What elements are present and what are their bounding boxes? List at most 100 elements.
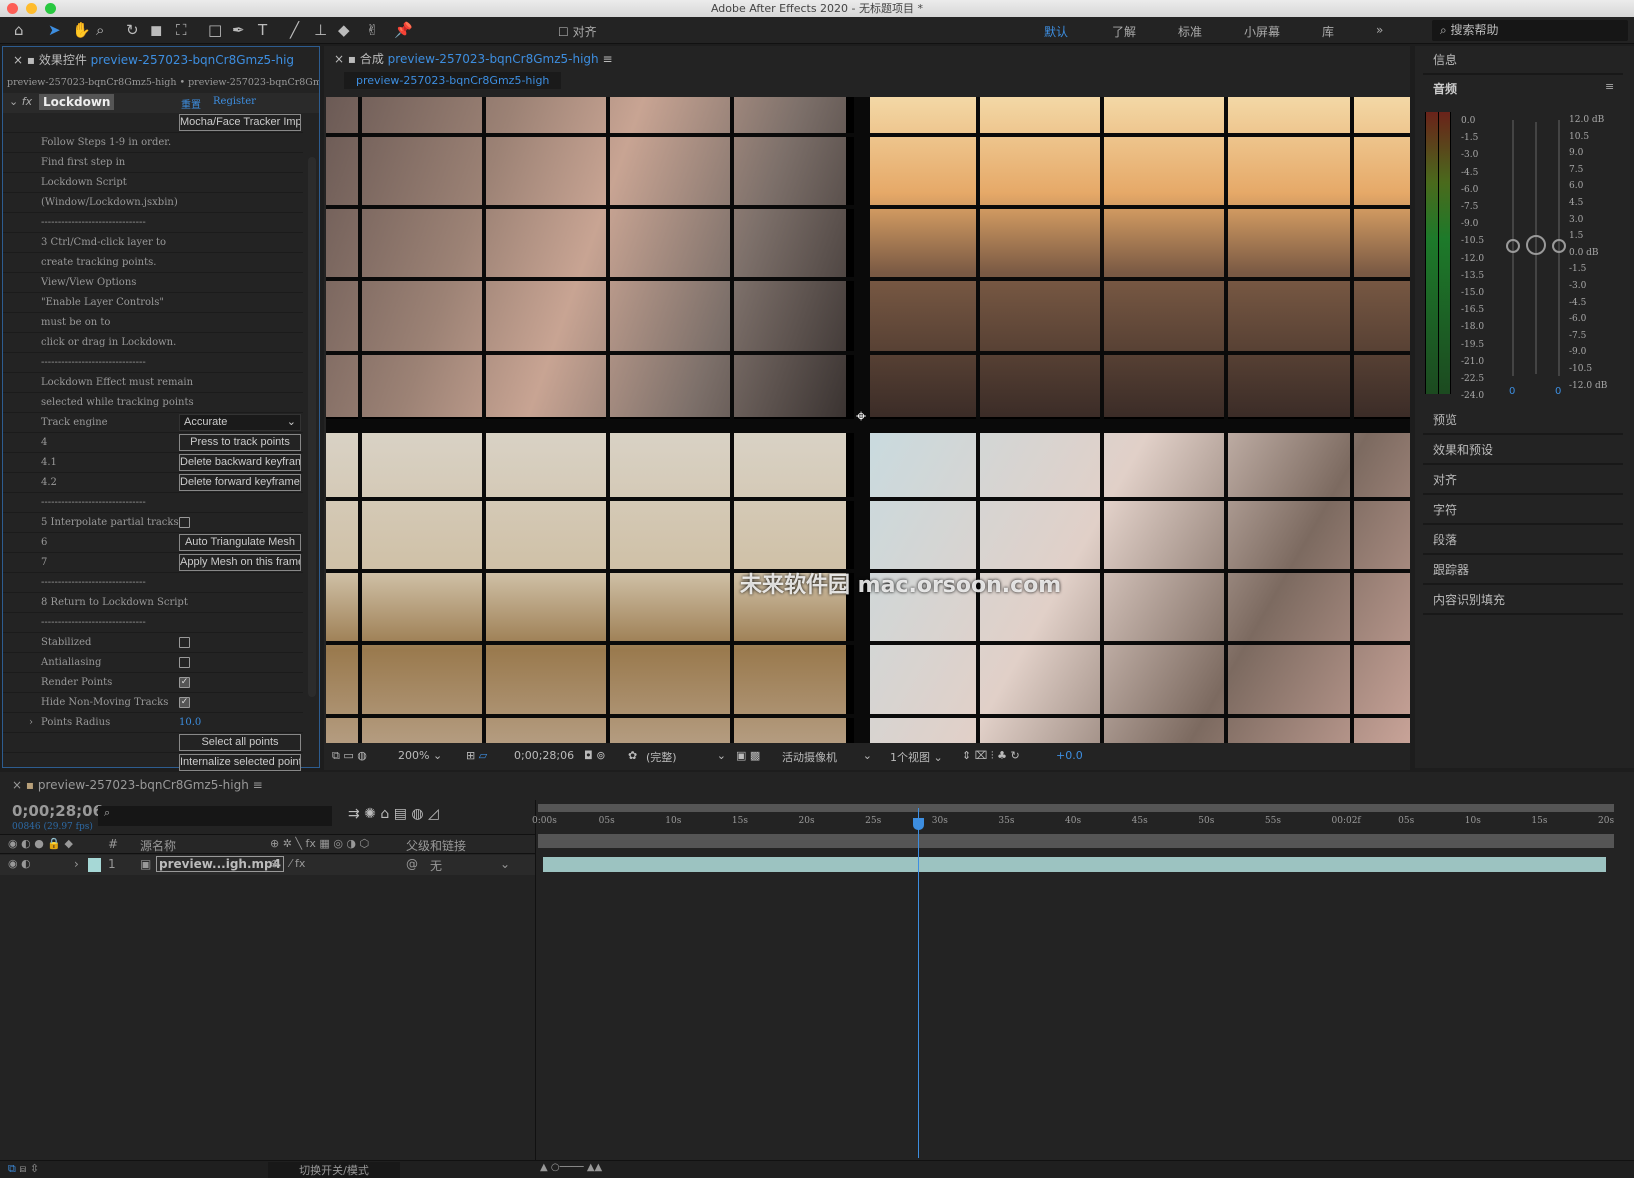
selection-arrow-icon[interactable]: ➤ [48,21,61,39]
always-preview-icon[interactable]: ⧉ ▭ ◍ [332,749,367,763]
timeline-timecode[interactable]: 0;00;28;06 [12,802,103,820]
audio-menu-icon[interactable]: ≡ [1605,80,1614,93]
checkbox[interactable] [179,637,190,648]
row-button[interactable]: Delete forward keyframes [179,474,301,491]
row-button[interactable]: Select all points [179,734,301,751]
panel-tab[interactable]: 字符 [1423,496,1623,525]
pan-behind-icon[interactable]: ⛶ [176,21,187,39]
panel-tab[interactable]: 预览 [1423,406,1623,435]
type-icon[interactable]: T [258,21,267,39]
help-search-input[interactable]: ⌕ 搜索帮助 [1432,20,1628,41]
track-engine-select[interactable]: Accurate ⌄ [179,414,301,431]
maximize-window-button[interactable] [45,3,56,14]
snapshot-icon[interactable]: ◘ ⊚ [584,749,605,762]
layer-row[interactable]: ◉ ◐ › 1 ▣ preview...igh.mp4 ⊕ ⁄ fx @ 无 ⌄ [0,855,535,875]
channel-icon[interactable]: ✿ [628,749,637,762]
resolution-dropdown[interactable]: (完整) ⌄ [646,749,726,765]
rectangle-icon[interactable]: □ [208,21,222,39]
row-button[interactable]: Press to track points [179,434,301,451]
panel-tab[interactable]: 内容识别填充 [1423,586,1623,615]
left-volume-slider[interactable] [1506,239,1520,253]
composition-tab[interactable]: × ▪ 合成 preview-257023-bqnCr8Gmz5-high ≡ [324,46,1410,72]
collapse-chevron-icon[interactable]: ⌄ fx [9,95,32,108]
zoom-icon[interactable]: ⌕ [96,21,104,39]
clone-stamp-icon[interactable]: ⊥ [314,21,327,39]
expand-chevron-icon[interactable]: › [29,713,33,732]
pickwhip-icon[interactable]: @ [406,857,418,871]
panel-tab[interactable]: 效果和预设 [1423,436,1623,465]
timeline-tab[interactable]: × ▪ preview-257023-bqnCr8Gmz5-high ≡ [12,778,263,792]
current-time[interactable]: 0;00;28;06 [514,749,574,762]
workspace-0[interactable]: 默认 [1044,23,1068,40]
reset-link[interactable]: 重置 [181,96,201,111]
camera-dropdown[interactable]: 活动摄像机 ⌄ [782,749,872,765]
hand-icon[interactable]: ✋ [72,21,91,39]
layer-switches[interactable]: ⊕ ⁄ fx [270,857,305,870]
ruler-tick-label: 40s [1065,816,1082,826]
panel-tab[interactable]: 对齐 [1423,466,1623,495]
workspace-1[interactable]: 了解 [1112,23,1136,40]
anchor-point-icon[interactable]: ⌖ [856,406,866,427]
right-volume-slider[interactable] [1552,239,1566,253]
points-radius-value[interactable]: 10.0 [179,713,201,732]
register-link[interactable]: Register [213,96,256,107]
toggle-switches-modes-button[interactable]: 切换开关/模式 [268,1162,400,1178]
panel-tab[interactable]: 段落 [1423,526,1623,555]
left-volume-value[interactable]: 0 [1509,386,1515,397]
layer-name[interactable]: preview...igh.mp4 [156,856,284,872]
more-workspaces-button[interactable]: » [1376,23,1383,37]
footer-icons[interactable]: ⧉ ⧈ ⇳ [8,1162,39,1176]
workspace-2[interactable]: 标准 [1178,23,1202,40]
region-transparency-icon[interactable]: ▣ ▩ [736,749,760,762]
puppet-pin-icon[interactable]: 📌 [394,21,413,39]
right-volume-value[interactable]: 0 [1555,386,1561,397]
composition-viewer[interactable]: 未来软件园 mac.orsoon.com ⌖ [326,97,1410,743]
camera-icon[interactable]: ◼ [150,21,162,39]
time-navigator[interactable] [538,834,1614,848]
comp-subtab[interactable]: preview-257023-bqnCr8Gmz5-high [344,72,562,89]
master-volume-slider[interactable] [1526,235,1546,255]
column-source-name[interactable]: 源名称 [140,837,176,854]
row-button[interactable]: Mocha/Face Tracker Import [179,114,301,131]
workspace-4[interactable]: 库 [1322,23,1334,40]
checkbox[interactable]: ✓ [179,677,190,688]
zoom-slider[interactable]: ▲ ○──── ▲▲ [540,1162,602,1173]
layer-label-color[interactable] [88,858,101,872]
row-button[interactable]: Internalize selected points [179,754,301,771]
exposure-value[interactable]: +0.0 [1056,749,1083,762]
roto-brush-icon[interactable]: ✌ [366,21,379,39]
expand-layer-icon[interactable]: › [74,857,79,871]
work-area-bar[interactable] [538,804,1614,812]
workspace-3[interactable]: 小屏幕 [1244,23,1280,40]
views-dropdown[interactable]: 1个视图 ⌄ [890,749,943,765]
timeline-switches-icons[interactable]: ⇉ ✺ ⌂ ▤ ◍ ◿ [348,806,439,822]
column-parent[interactable]: 父级和链接 [406,837,466,854]
effect-controls-tab[interactable]: × ▪ 效果控件 preview-257023-bqnCr8Gmz5-hig [3,47,319,73]
timeline-search-input[interactable]: ⌕ [98,806,332,826]
panel-tab[interactable]: 跟踪器 [1423,556,1623,585]
align-checkbox[interactable]: ☐ 对齐 [558,23,597,40]
rotate-icon[interactable]: ↻ [126,21,139,39]
row-button[interactable]: Delete backward keyframes [179,454,301,471]
checkbox[interactable]: ✓ [179,697,190,708]
playhead[interactable] [912,808,924,1158]
checkbox[interactable] [179,517,190,528]
row-button[interactable]: Apply Mesh on this frame [179,554,301,571]
layer-duration-bar[interactable] [543,857,1606,872]
view-options-icons[interactable]: ⇕ ⌧ ⫶ ♣ ↻ [962,749,1020,763]
info-panel-tab[interactable]: 信息 [1423,46,1623,75]
checkbox[interactable] [179,657,190,668]
brush-icon[interactable]: ╱ [290,21,299,39]
pen-icon[interactable]: ✒ [232,21,245,39]
parent-dropdown[interactable]: 无 ⌄ [430,857,510,874]
grid-line-horizontal [326,419,1410,433]
home-icon[interactable]: ⌂ [14,21,24,39]
row-button[interactable]: Auto Triangulate Mesh [179,534,301,551]
minimize-window-button[interactable] [26,3,37,14]
eraser-icon[interactable]: ◆ [338,21,350,39]
grid-guides-icon[interactable]: ⊞ ▱ [466,749,487,762]
visibility-icon[interactable]: ◉ ◐ [8,857,31,870]
zoom-dropdown[interactable]: 200% ⌄ [398,749,442,762]
effect-panel-scrollbar[interactable] [308,157,316,697]
close-window-button[interactable] [7,3,18,14]
